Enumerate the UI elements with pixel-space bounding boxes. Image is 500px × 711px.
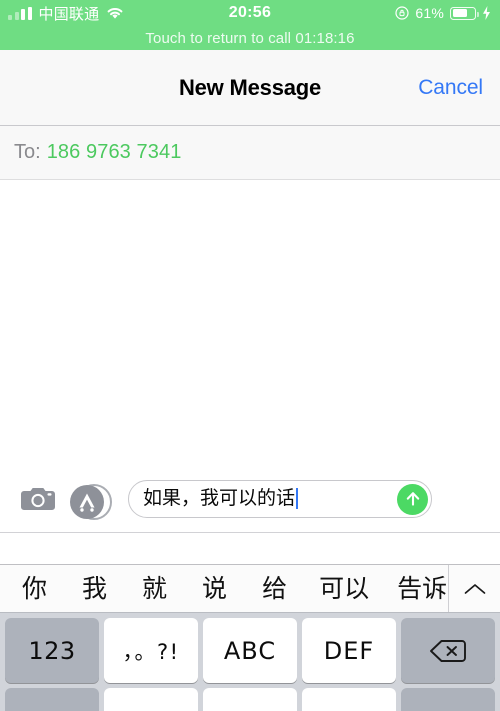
app-store-icon[interactable] [68,481,114,520]
keyboard-top-gap [0,533,500,565]
key-row2-4[interactable] [302,688,396,711]
key-punctuation[interactable]: ，。?! [104,618,198,683]
key-abc[interactable]: ABC [203,618,297,683]
conversation-area [0,180,500,465]
recipient-value[interactable]: 186 9763 7341 [47,141,182,164]
return-to-call-banner[interactable]: 中国联通 20:56 61% Touch to return to call 0… [0,0,500,50]
suggestion-item[interactable]: 我 [82,576,107,601]
keyboard-row-2 [0,688,500,711]
chevron-up-icon [464,583,485,594]
key-row2-5[interactable] [401,688,495,711]
status-bar-right: 61% [395,0,491,26]
send-arrow-up-icon [406,492,419,506]
status-bar-left: 中国联通 [8,0,124,26]
rotation-lock-icon [395,6,409,20]
key-row2-2[interactable] [104,688,198,711]
recipient-label: To: [14,141,41,163]
key-row2-1[interactable] [5,688,99,711]
status-bar: 中国联通 20:56 61% [0,0,500,26]
signal-bars-icon [8,6,32,20]
keyboard: 你 我 就 说 给 可以 告诉 不 123 ，。?! ABC DEF [0,533,500,711]
lightning-bolt-icon [482,6,491,20]
keyboard-rows: 123 ，。?! ABC DEF [0,613,500,711]
cancel-button[interactable]: Cancel [418,50,483,125]
clock-label: 20:56 [228,4,272,21]
compose-bar: 如果，我可以的话 [0,465,500,533]
send-button[interactable] [397,483,428,515]
suggestion-item[interactable]: 说 [202,576,227,601]
key-123[interactable]: 123 [5,618,99,683]
message-input[interactable]: 如果，我可以的话 [128,479,432,518]
key-def[interactable]: DEF [302,618,396,683]
message-input-text: 如果，我可以的话 [143,487,296,509]
battery-percent-label: 61% [415,5,444,21]
suggestion-item[interactable]: 告诉 [397,576,447,601]
carrier-label: 中国联通 [38,5,100,23]
recipient-field[interactable]: To: 186 9763 7341 [0,126,500,180]
phone-screen: 中国联通 20:56 61% Touch to return to call 0… [0,0,500,711]
suggestion-item[interactable]: 你 [22,576,47,601]
battery-icon [450,6,479,20]
suggestion-item[interactable]: 可以 [319,576,369,601]
suggestion-bar: 你 我 就 说 给 可以 告诉 不 [0,565,500,613]
return-to-call-label[interactable]: Touch to return to call 01:18:16 [0,26,500,50]
expand-suggestions-button[interactable] [448,565,500,612]
key-row2-3[interactable] [203,688,297,711]
keyboard-row-1: 123 ，。?! ABC DEF [0,618,500,683]
camera-icon[interactable] [18,482,58,516]
suggestion-item[interactable]: 给 [262,576,287,601]
key-delete[interactable] [401,618,495,683]
text-cursor [296,488,299,509]
suggestion-item[interactable]: 就 [142,576,167,601]
navigation-bar: New Message Cancel [0,50,500,126]
wifi-icon [106,6,124,20]
delete-backspace-icon [430,639,466,662]
